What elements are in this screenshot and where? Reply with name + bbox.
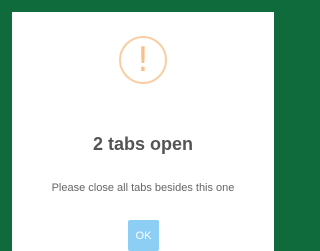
ok-button[interactable]: OK (128, 220, 159, 251)
dialog-title: 2 tabs open (92, 134, 194, 154)
exclamation-icon: ! (119, 36, 167, 84)
dialog-message: Please close all tabs besides this one (51, 182, 235, 194)
alert-dialog: ! 2 tabs open Please close all tabs besi… (12, 12, 274, 251)
exclamation-glyph: ! (136, 40, 150, 80)
